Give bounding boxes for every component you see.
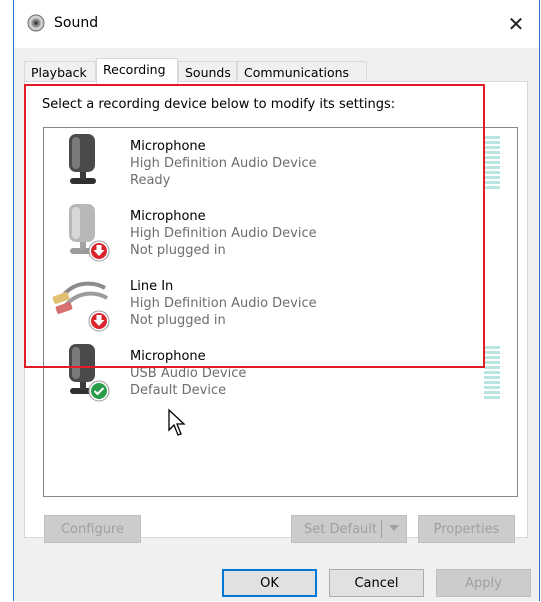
properties-button[interactable]: Properties [418,515,515,543]
device-name: Line In [130,279,174,294]
tab-label: Recording [103,62,166,77]
title-bar: Sound ✕ [14,0,539,48]
device-driver: High Definition Audio Device [130,226,317,241]
split-separator [381,520,382,538]
configure-button[interactable]: Configure [44,515,141,543]
ok-label: OK [260,575,279,591]
device-driver: High Definition Audio Device [130,296,317,311]
recording-panel: Select a recording device below to modif… [24,81,528,543]
chevron-down-icon[interactable] [389,525,399,531]
apply-button[interactable]: Apply [436,569,531,597]
instruction-text: Select a recording device below to modif… [42,97,396,112]
device-text: Microphone High Definition Audio Device … [130,138,317,189]
tab-recording[interactable]: Recording [96,58,178,84]
tab-playback[interactable]: Playback [24,61,96,82]
tab-label: Playback [31,65,87,80]
device-text: Line In High Definition Audio Device Not… [130,278,317,329]
tab-label: Communications [244,65,350,80]
device-text: Microphone High Definition Audio Device … [130,208,317,259]
device-driver: USB Audio Device [130,366,247,381]
device-driver: High Definition Audio Device [130,156,317,171]
device-text: Microphone USB Audio Device Default Devi… [130,348,246,399]
device-status: Ready [130,173,171,188]
dialog-body: Playback Recording Sounds Communications… [14,48,539,601]
device-item-microphone-usb-default[interactable]: Microphone USB Audio Device Default Devi… [44,344,514,414]
unplugged-down-arrow-icon [88,240,110,262]
tab-communications[interactable]: Communications [237,61,367,82]
ok-button[interactable]: OK [222,569,317,597]
device-item-line-in[interactable]: Line In High Definition Audio Device Not… [44,274,514,344]
device-name: Microphone [130,349,206,364]
set-default-label: Set Default [304,521,377,537]
cancel-button[interactable]: Cancel [329,569,424,597]
tab-label: Sounds [185,65,231,80]
device-name: Microphone [130,209,206,224]
device-list[interactable]: Microphone High Definition Audio Device … [43,127,518,497]
window-title: Sound [54,15,99,31]
tab-sounds[interactable]: Sounds [178,61,237,82]
close-icon: ✕ [507,12,525,36]
apply-label: Apply [465,575,502,591]
device-item-microphone-unplugged[interactable]: Microphone High Definition Audio Device … [44,204,514,274]
properties-label: Properties [433,521,500,537]
level-meter [484,136,500,191]
sound-dialog: Sound ✕ Playback Recording Sounds Commun… [13,0,540,601]
microphone-icon [69,134,96,184]
device-status: Not plugged in [130,243,226,258]
default-check-icon [88,380,110,402]
speaker-icon [27,14,45,32]
close-button[interactable]: ✕ [493,0,539,48]
device-status: Not plugged in [130,313,226,328]
device-name: Microphone [130,139,206,154]
set-default-button[interactable]: Set Default [291,515,407,543]
level-meter [484,346,500,401]
cancel-label: Cancel [354,575,399,591]
device-item-microphone-ready[interactable]: Microphone High Definition Audio Device … [44,134,514,204]
configure-label: Configure [60,521,124,537]
unplugged-down-arrow-icon [88,310,110,332]
device-status: Default Device [130,383,227,398]
